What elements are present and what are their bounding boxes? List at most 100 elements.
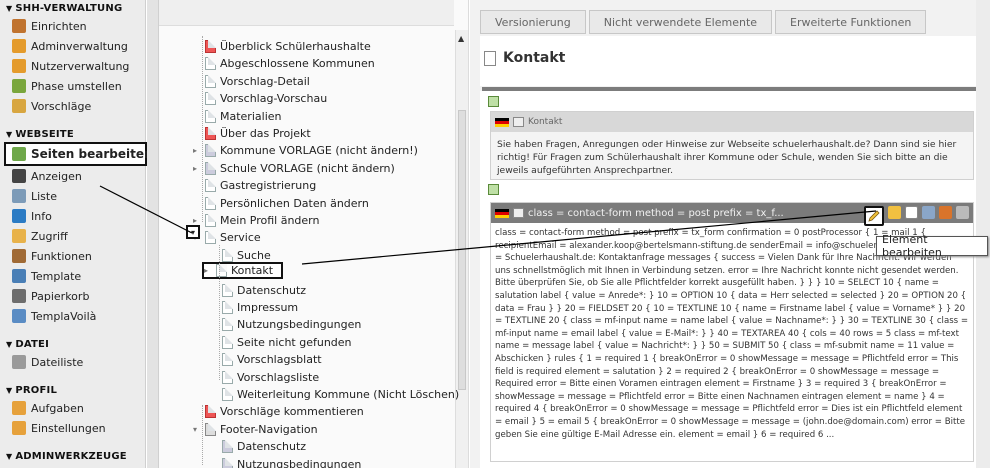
tree-node-label[interactable]: Suche [237, 249, 271, 262]
tree-node-label[interactable]: Schule VORLAGE (nicht ändern) [220, 162, 395, 175]
menu-item-info[interactable]: Info [0, 206, 145, 226]
page-icon[interactable] [205, 161, 216, 175]
menu-section-header[interactable]: ▼ PROFIL [0, 382, 145, 398]
scroll-up-icon[interactable]: ▲ [458, 34, 464, 43]
tree-node[interactable]: Persönlichen Daten ändern [193, 195, 369, 212]
tree-node-label[interactable]: Seite nicht gefunden [237, 336, 352, 349]
tree-node[interactable]: Abgeschlossene Kommunen [193, 55, 375, 72]
tree-node-label[interactable]: Über das Projekt [220, 127, 311, 140]
tree-node[interactable]: Über das Projekt [193, 125, 311, 142]
tree-node[interactable]: Vorschlagsblatt [210, 351, 322, 368]
tree-node-label[interactable]: Footer-Navigation [220, 423, 318, 436]
menu-item-aufgaben[interactable]: Aufgaben [0, 398, 145, 418]
page-icon[interactable] [222, 283, 233, 297]
edit-element-button[interactable] [864, 206, 884, 226]
menu-item-funktionen[interactable]: Funktionen [0, 246, 145, 266]
page-icon[interactable] [222, 457, 233, 468]
tree-node-label[interactable]: Gastregistrierung [220, 179, 316, 192]
tree-node-label[interactable]: Vorschläge kommentieren [220, 405, 364, 418]
menu-item-vorschläge[interactable]: Vorschläge [0, 96, 145, 116]
page-icon[interactable] [222, 440, 233, 454]
page-icon[interactable] [205, 40, 216, 53]
expand-icon[interactable]: ▸ [193, 146, 205, 155]
copy-icon[interactable] [905, 206, 918, 219]
tree-node[interactable]: Seite nicht gefunden [210, 334, 352, 351]
page-icon[interactable] [205, 422, 216, 436]
expand-icon[interactable]: ▸ [193, 164, 205, 173]
tree-node-label[interactable]: Überblick Schülerhaushalte [220, 40, 371, 53]
tree-node-label[interactable]: Datenschutz [237, 440, 306, 453]
menu-item-papierkorb[interactable]: Papierkorb [0, 286, 145, 306]
tree-node-label[interactable]: Service [220, 231, 261, 244]
page-icon[interactable] [205, 92, 216, 106]
page-icon[interactable] [222, 335, 233, 349]
new-content-element-icon[interactable] [488, 184, 499, 195]
move-icon[interactable] [922, 206, 935, 219]
tree-node[interactable]: ▾Service [193, 229, 261, 246]
tab-nicht-verwendete-elemente[interactable]: Nicht verwendete Elemente [588, 10, 773, 34]
tree-node[interactable]: Überblick Schülerhaushalte [193, 38, 371, 55]
tree-node-label[interactable]: Materialien [220, 110, 281, 123]
tree-node[interactable]: Vorschlag-Vorschau [193, 90, 327, 107]
tree-node-label[interactable]: Datenschutz [237, 284, 306, 297]
page-icon[interactable] [222, 248, 233, 262]
tab-erweiterte-funktionen[interactable]: Erweiterte Funktionen [775, 10, 927, 34]
menu-item-phase-umstellen[interactable]: Phase umstellen [0, 76, 145, 96]
expand-icon[interactable]: ▸ [193, 216, 205, 225]
tree-node[interactable]: Weiterleitung Kommune (Nicht Löschen) [210, 386, 459, 403]
menu-item-liste[interactable]: Liste [0, 186, 145, 206]
menu-item-anzeigen[interactable]: Anzeigen [0, 166, 145, 186]
tree-node[interactable]: Datenschutz [210, 282, 306, 299]
hide-icon[interactable] [888, 206, 901, 219]
page-icon[interactable] [222, 353, 233, 367]
link-icon[interactable] [956, 206, 969, 219]
tree-node[interactable]: Impressum [210, 299, 298, 316]
page-icon[interactable] [222, 318, 233, 332]
tree-node[interactable]: ▸ Kontakt [202, 262, 284, 280]
tree-node-label[interactable]: Nutzungsbedingungen [237, 458, 361, 468]
page-icon[interactable] [205, 144, 216, 158]
tree-node[interactable]: ▸ Schule VORLAGE (nicht ändern) [193, 160, 395, 177]
tree-node-label[interactable]: Vorschlagsblatt [237, 353, 322, 366]
tree-node-label[interactable]: Weiterleitung Kommune (Nicht Löschen) [237, 388, 459, 401]
tree-node-label[interactable]: Vorschlagsliste [237, 371, 319, 384]
tree-node-label[interactable]: Persönlichen Daten ändern [220, 197, 369, 210]
tab-versionierung[interactable]: Versionierung [480, 10, 586, 34]
page-icon[interactable] [205, 179, 216, 193]
menu-item-einstellungen[interactable]: Einstellungen [0, 418, 145, 438]
tree-scroll-thumb[interactable] [458, 110, 466, 390]
menu-item-adminverwaltung[interactable]: Adminverwaltung [0, 36, 145, 56]
page-icon[interactable] [222, 301, 233, 314]
page-icon[interactable] [216, 264, 227, 278]
tree-node-label[interactable]: Impressum [237, 301, 298, 314]
tree-node-label[interactable]: Abgeschlossene Kommunen [220, 57, 375, 70]
page-icon[interactable] [205, 231, 216, 245]
menu-item-nutzerverwaltung[interactable]: Nutzerverwaltung [0, 56, 145, 76]
menu-item-zugriff[interactable]: Zugriff [0, 226, 145, 246]
page-icon[interactable] [205, 57, 216, 71]
page-icon[interactable] [205, 109, 216, 123]
menu-section-header[interactable]: ▼ DATEI [0, 336, 145, 352]
menu-section-header[interactable]: ▼ WEBSEITE [0, 126, 145, 142]
tree-node[interactable]: Nutzungsbedingungen [210, 456, 361, 468]
menu-item-seiten-bearbeiten[interactable]: Seiten bearbeiten [4, 142, 153, 166]
page-icon[interactable] [205, 74, 216, 88]
tree-node-label[interactable]: Kontakt [231, 264, 273, 277]
tree-node[interactable]: ▸ Mein Profil ändern [193, 212, 319, 229]
tree-node[interactable]: ▾ Footer-Navigation [193, 421, 318, 438]
menu-section-header[interactable]: ▼ SHH-VERWALTUNG [0, 0, 145, 16]
new-content-element-icon[interactable] [488, 96, 499, 107]
tree-node[interactable]: Vorschlag-Detail [193, 73, 310, 90]
collapse-service-toggle[interactable]: ▾ [186, 225, 200, 239]
tree-node[interactable]: Datenschutz [210, 438, 306, 455]
tree-node-label[interactable]: Nutzungsbedingungen [237, 318, 361, 331]
tree-node[interactable]: Vorschläge kommentieren [193, 403, 364, 420]
tree-node-label[interactable]: Vorschlag-Vorschau [220, 92, 327, 105]
tree-node[interactable]: ▸ Kommune VORLAGE (nicht ändern!) [193, 142, 418, 159]
page-icon[interactable] [205, 196, 216, 210]
tree-node-label[interactable]: Kommune VORLAGE (nicht ändern!) [220, 144, 418, 157]
menu-item-template[interactable]: Template [0, 266, 145, 286]
page-icon[interactable] [222, 388, 233, 401]
page-icon[interactable] [205, 127, 216, 140]
tree-node[interactable]: Nutzungsbedingungen [210, 316, 361, 333]
